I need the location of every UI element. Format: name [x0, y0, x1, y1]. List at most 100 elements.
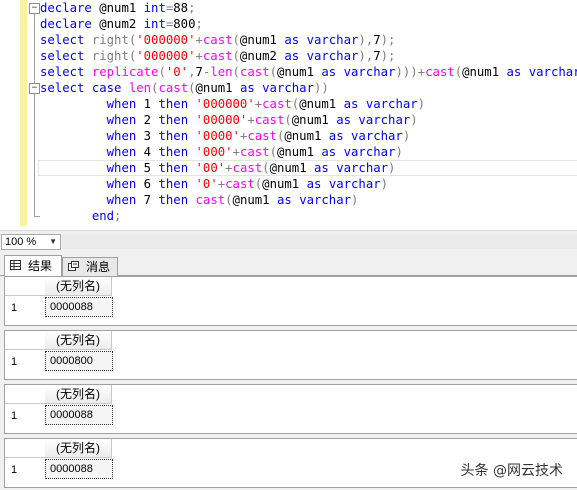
code-token: 6	[143, 177, 159, 191]
tab-messages[interactable]: 消息	[62, 257, 118, 276]
code-line[interactable]: when 1 then '000000'+cast(@num1 as varch…	[40, 96, 425, 112]
code-token: )	[402, 129, 411, 143]
column-header[interactable]: (无列名)	[45, 385, 112, 404]
code-token: as	[284, 33, 307, 47]
code-token: cast	[425, 65, 455, 79]
tab-results[interactable]: 结果	[4, 255, 62, 277]
code-line[interactable]: end;	[40, 208, 122, 224]
code-token: when	[106, 129, 144, 143]
grid-corner[interactable]	[5, 439, 46, 458]
code-line[interactable]: select case len(cast(@num1 as varchar))	[40, 80, 329, 96]
grid-corner[interactable]	[5, 385, 46, 404]
code-token: 7	[195, 65, 203, 79]
code-token: as	[336, 113, 359, 127]
code-token: cast	[202, 49, 233, 63]
row-number[interactable]: 1	[11, 409, 17, 423]
code-token: )	[351, 193, 359, 207]
outline-line	[34, 94, 35, 216]
code-line[interactable]: when 4 then '000'+cast(@num1 as varchar)	[40, 144, 403, 160]
collapse-toggle[interactable]: −	[29, 3, 40, 14]
column-header[interactable]: (无列名)	[45, 331, 112, 350]
column-header[interactable]: (无列名)	[45, 277, 112, 296]
chevron-down-icon: ▼	[49, 237, 57, 246]
grid-corner[interactable]	[5, 277, 46, 296]
code-token: (	[284, 113, 292, 127]
code-line[interactable]: select right('000000'+cast(@num2 as varc…	[40, 48, 395, 64]
code-token: as	[343, 97, 366, 111]
result-grid[interactable]: (无列名) 1 0000800	[4, 330, 577, 380]
code-token: int	[143, 17, 166, 31]
row-number[interactable]: 1	[11, 463, 17, 477]
code-line[interactable]: declare @num2 int=800;	[40, 16, 203, 32]
code-token: (	[188, 81, 196, 95]
grid-cell[interactable]: 0000088	[45, 459, 113, 479]
code-token: +	[195, 33, 203, 47]
code-token: right(	[91, 33, 137, 47]
code-token: 2	[143, 113, 159, 127]
code-token: );	[380, 33, 396, 47]
code-token: varchar	[262, 81, 314, 95]
code-token: when	[106, 193, 144, 207]
result-grid[interactable]: (无列名) 1 0000088	[4, 276, 577, 326]
code-token: then	[158, 113, 196, 127]
code-token: @num1	[291, 113, 337, 127]
code-line[interactable]: select replicate('0',7-len(cast(@num1 as…	[40, 64, 577, 80]
code-token: (	[225, 193, 233, 207]
tab-label: 结果	[28, 259, 53, 273]
code-token: );	[380, 49, 396, 63]
code-token: int	[143, 1, 166, 15]
code-token: then	[158, 193, 196, 207]
grid-cell[interactable]: 0000800	[45, 351, 113, 371]
code-line[interactable]: when 2 then '00000'+cast(@num1 as varcha…	[40, 112, 418, 128]
code-token: cast	[158, 81, 189, 95]
code-token: '00'	[195, 161, 226, 175]
code-token: cast	[195, 193, 226, 207]
code-token: varchar	[343, 145, 396, 159]
code-token: '0'	[165, 65, 189, 79]
code-line[interactable]: when 6 then '0'+cast(@num1 as varchar)	[40, 176, 388, 192]
code-token: as	[284, 49, 307, 63]
code-token: +	[225, 161, 233, 175]
code-line[interactable]: when 7 then cast(@num1 as varchar)	[40, 192, 359, 208]
code-token: as	[314, 161, 337, 175]
code-token: cast	[202, 33, 233, 47]
zoom-dropdown[interactable]: 100 % ▼	[1, 234, 61, 250]
code-line[interactable]: declare @num1 int=88;	[40, 0, 196, 16]
code-token: cast	[254, 113, 285, 127]
code-token: end	[91, 209, 115, 223]
row-number[interactable]: 1	[11, 355, 17, 369]
code-token: (	[232, 33, 240, 47]
code-token: +	[247, 113, 255, 127]
code-line[interactable]: select right('000000'+cast(@num1 as varc…	[40, 32, 395, 48]
collapse-toggle[interactable]: −	[29, 83, 40, 94]
query-editor[interactable]: − − declare @num1 int=88; declare @num2 i…	[0, 0, 577, 230]
code-token: 1	[143, 97, 159, 111]
code-line[interactable]: when 5 then '00'+cast(@num1 as varchar)	[40, 160, 396, 176]
grid-corner[interactable]	[5, 331, 46, 350]
code-token: as	[239, 81, 263, 95]
code-token: declare	[40, 17, 100, 31]
row-number[interactable]: 1	[11, 301, 17, 315]
code-token: when	[106, 145, 144, 159]
code-token: 7	[373, 33, 381, 47]
code-token: '0000'	[195, 129, 240, 143]
code-token: @num2	[99, 17, 144, 31]
result-grid[interactable]: (无列名) 1 0000088	[4, 384, 577, 434]
code-token: select	[40, 65, 92, 79]
code-token: 5	[143, 161, 159, 175]
horizontal-scrollbar[interactable]	[62, 234, 577, 249]
code-token: when	[106, 97, 144, 111]
code-line[interactable]: when 3 then '0000'+cast(@num1 as varchar…	[40, 128, 411, 144]
column-header[interactable]: (无列名)	[45, 439, 112, 458]
grid-cell[interactable]: 0000088	[45, 297, 113, 317]
code-token: )	[388, 161, 396, 175]
code-token: cast	[225, 177, 255, 191]
code-token: varchar	[365, 97, 418, 111]
code-token: cast	[232, 161, 263, 175]
results-area: (无列名) 1 0000088 (无列名) 1 0000800 (无列名) 1 …	[0, 276, 577, 490]
code-token: )	[395, 145, 403, 159]
grid-cell[interactable]: 0000088	[45, 405, 113, 425]
code-token: '00000'	[195, 113, 248, 127]
